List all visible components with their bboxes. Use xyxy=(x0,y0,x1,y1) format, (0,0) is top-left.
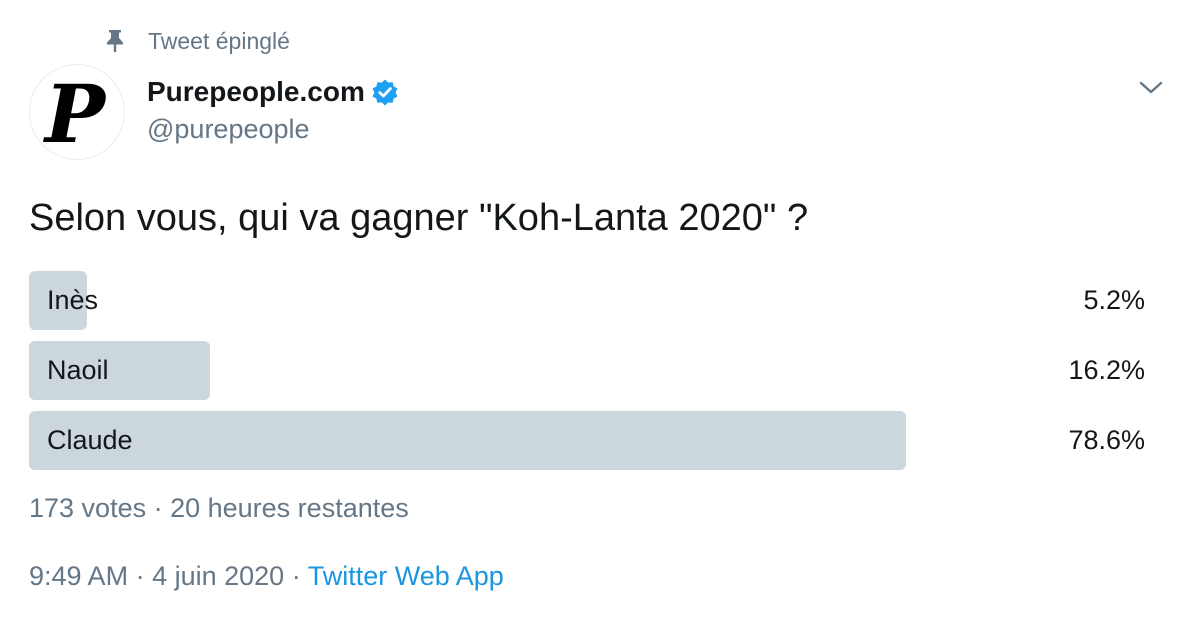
poll: Inès 5.2% Naoil 16.2% Claude 78.6% xyxy=(29,271,1145,481)
tweet-text: Selon vous, qui va gagner "Koh-Lanta 202… xyxy=(29,197,809,239)
display-name[interactable]: Purepeople.com xyxy=(147,76,365,108)
separator: · xyxy=(146,493,171,523)
tweet-card: Tweet épinglé P Purepeople.com @purepeop… xyxy=(0,0,1200,630)
separator: · xyxy=(284,561,308,591)
chevron-down-icon[interactable] xyxy=(1138,76,1164,98)
poll-option: Inès 5.2% xyxy=(29,271,1145,330)
tweet-time[interactable]: 9:49 AM xyxy=(29,561,128,591)
poll-option-percent: 78.6% xyxy=(1068,425,1145,455)
author-name-row[interactable]: Purepeople.com xyxy=(147,74,399,110)
separator: · xyxy=(128,561,153,591)
tweet-date[interactable]: 4 juin 2020 xyxy=(152,561,284,591)
poll-option: Naoil 16.2% xyxy=(29,341,1145,400)
author-handle[interactable]: @purepeople xyxy=(147,114,310,145)
tweet-timestamp: 9:49 AM · 4 juin 2020 · Twitter Web App xyxy=(29,561,504,592)
avatar[interactable]: P xyxy=(29,64,125,160)
poll-bar xyxy=(29,411,907,470)
pinned-indicator: Tweet épinglé xyxy=(104,26,290,56)
pin-icon xyxy=(104,29,126,53)
verified-badge-icon xyxy=(371,78,399,106)
poll-option-percent: 16.2% xyxy=(1068,355,1145,385)
pinned-label: Tweet épinglé xyxy=(148,27,290,54)
poll-option-percent: 5.2% xyxy=(1083,285,1145,315)
avatar-logo: P xyxy=(44,67,106,160)
poll-option-label: Inès xyxy=(47,285,99,315)
poll-option-label: Naoil xyxy=(47,355,109,385)
poll-votes: 173 votes xyxy=(29,493,147,523)
poll-time-left: 20 heures restantes xyxy=(170,493,409,523)
poll-meta: 173 votes · 20 heures restantes xyxy=(29,493,409,524)
source-link[interactable]: Twitter Web App xyxy=(308,561,504,591)
poll-option-label: Claude xyxy=(47,425,133,455)
poll-option: Claude 78.6% xyxy=(29,411,1145,470)
